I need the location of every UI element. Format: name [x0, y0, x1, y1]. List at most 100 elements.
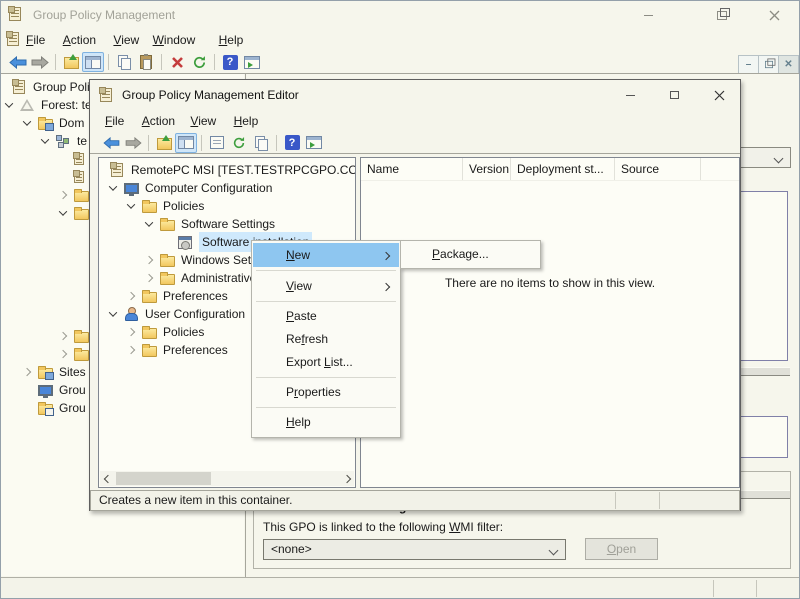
paste-icon	[140, 55, 152, 69]
horizontal-scrollbar[interactable]	[100, 471, 354, 486]
up-one-level-button[interactable]	[153, 133, 175, 153]
gpme-menu-view[interactable]: View	[190, 114, 216, 128]
expander-icon[interactable]	[105, 185, 121, 191]
expander-icon[interactable]	[141, 221, 157, 227]
gpmc-title-bar[interactable]: Group Policy Management	[1, 1, 799, 29]
context-menu-item-export-list[interactable]: Export List...	[253, 351, 399, 374]
wmi-open-button[interactable]: Open	[585, 538, 658, 560]
tree-item-gpo-root[interactable]: RemotePC MSI [TEST.TESTRPCGPO.COM] P	[98, 161, 356, 179]
tree-item-preferences[interactable]: Preferences	[123, 341, 228, 359]
paste-button[interactable]	[135, 52, 157, 72]
expander-icon[interactable]	[19, 120, 35, 126]
context-menu-item-paste[interactable]: Paste	[253, 305, 399, 328]
export-list-button[interactable]	[250, 133, 272, 153]
tree-item-sites[interactable]: Sites	[19, 363, 86, 381]
context-menu-item-properties[interactable]: Properties	[253, 381, 399, 404]
column-header-source[interactable]: Source	[615, 158, 701, 180]
new-window-button[interactable]	[303, 133, 325, 153]
expander-icon[interactable]	[123, 203, 139, 209]
gpme-title-bar[interactable]: Group Policy Management Editor	[90, 80, 740, 110]
back-button[interactable]	[100, 133, 122, 153]
desktop: Group Policy Management File Action View…	[0, 0, 800, 599]
label-part: ist...	[331, 355, 353, 369]
tree-item-gp-modeling[interactable]: Grou	[19, 381, 86, 399]
tree-item-software-settings[interactable]: Software Settings	[141, 215, 275, 233]
refresh-button[interactable]	[188, 52, 210, 72]
submenu-item-package[interactable]: Package...	[401, 241, 540, 268]
gpmc-menu-file[interactable]: File	[26, 29, 45, 51]
expander-icon[interactable]	[123, 329, 139, 335]
gpmc-menu-action[interactable]: Action	[63, 29, 96, 51]
tree-item-policies[interactable]: Policies	[123, 197, 204, 215]
label-part: ction	[150, 114, 175, 128]
forward-button[interactable]	[29, 52, 51, 72]
gpmc-menu-window[interactable]: Window	[153, 29, 196, 51]
gpmc-menu-app-icon	[7, 32, 19, 46]
gpme-close-button[interactable]	[704, 80, 734, 110]
properties-button[interactable]	[206, 133, 228, 153]
expander-icon[interactable]	[105, 311, 121, 317]
expander-icon[interactable]	[123, 293, 139, 299]
context-menu-item-view[interactable]: View	[253, 274, 399, 298]
forward-arrow-icon	[125, 137, 142, 149]
label-part: N	[286, 248, 295, 262]
context-menu-item-refresh[interactable]: Refresh	[253, 328, 399, 351]
gpmc-status-bar	[1, 577, 799, 599]
expander-icon[interactable]	[141, 275, 157, 281]
delete-button[interactable]	[166, 52, 188, 72]
expander-icon[interactable]	[55, 333, 71, 339]
help-button[interactable]: ?	[281, 133, 303, 153]
refresh-button[interactable]	[228, 133, 250, 153]
tree-item-domains[interactable]: Dom	[19, 114, 84, 132]
show-console-tree-button[interactable]	[175, 133, 197, 153]
context-menu-item-help[interactable]: Help	[253, 411, 399, 434]
help-button[interactable]: ?	[219, 52, 241, 72]
tree-item-user-configuration[interactable]: User Configuration	[105, 305, 245, 323]
context-menu-item-new[interactable]: New	[253, 243, 399, 267]
expander-icon[interactable]	[123, 347, 139, 353]
back-button[interactable]	[7, 52, 29, 72]
tree-item-domain[interactable]: te	[37, 132, 87, 150]
new-window-button[interactable]	[241, 52, 263, 72]
scrollbar-thumb[interactable]	[116, 472, 211, 485]
gpme-minimize-button[interactable]	[615, 80, 645, 110]
tree-item-label: RemotePC MSI [TEST.TESTRPCGPO.COM] P	[131, 161, 356, 179]
tree-item-gp-results[interactable]: Grou	[19, 399, 86, 417]
expander-icon[interactable]	[141, 257, 157, 263]
expander-icon[interactable]	[55, 351, 71, 357]
expander-icon[interactable]	[1, 102, 17, 108]
scroll-right-arrow[interactable]	[339, 471, 354, 486]
gpme-maximize-button[interactable]	[659, 80, 689, 110]
gpme-menu-action[interactable]: Action	[142, 114, 175, 128]
tree-item-preferences[interactable]: Preferences	[123, 287, 228, 305]
tree-item-policies[interactable]: Policies	[123, 323, 204, 341]
label-part: This GPO is linked to the following	[263, 520, 449, 534]
tree-item-computer-configuration[interactable]: Computer Configuration	[105, 179, 272, 197]
show-console-tree-button[interactable]	[82, 52, 104, 72]
forward-button[interactable]	[122, 133, 144, 153]
expander-icon[interactable]	[55, 192, 71, 198]
gpmc-restore-button[interactable]	[699, 1, 744, 29]
expander-icon[interactable]	[37, 138, 53, 144]
tree-item-group-policy-root[interactable]: Group Policy	[1, 78, 102, 96]
tree-item-gpo-link[interactable]	[53, 150, 93, 168]
wmi-filter-select[interactable]: <none>	[263, 539, 566, 560]
gpmc-minimize-button[interactable]	[626, 1, 671, 29]
gpmc-menu-view[interactable]: View	[113, 29, 139, 51]
gpmc-close-button[interactable]	[752, 1, 797, 29]
list-header: Name Version Deployment st... Source	[361, 158, 739, 181]
tree-item-forest[interactable]: Forest: te	[1, 96, 92, 114]
copy-button[interactable]	[113, 52, 135, 72]
gpme-menu-help[interactable]: Help	[234, 114, 259, 128]
gpmc-menu-help[interactable]: Help	[219, 29, 244, 51]
expander-icon[interactable]	[19, 369, 35, 375]
gpme-menu-file[interactable]: File	[105, 114, 124, 128]
tree-item-gpo-link[interactable]	[53, 168, 93, 186]
column-header-version[interactable]: Version	[463, 158, 511, 180]
tree-item-label: Policies	[163, 197, 204, 215]
column-header-name[interactable]: Name	[361, 158, 463, 180]
scroll-left-arrow[interactable]	[100, 471, 115, 486]
expander-icon[interactable]	[55, 210, 71, 216]
up-one-level-button[interactable]	[60, 52, 82, 72]
column-header-deployment-state[interactable]: Deployment st...	[511, 158, 615, 180]
